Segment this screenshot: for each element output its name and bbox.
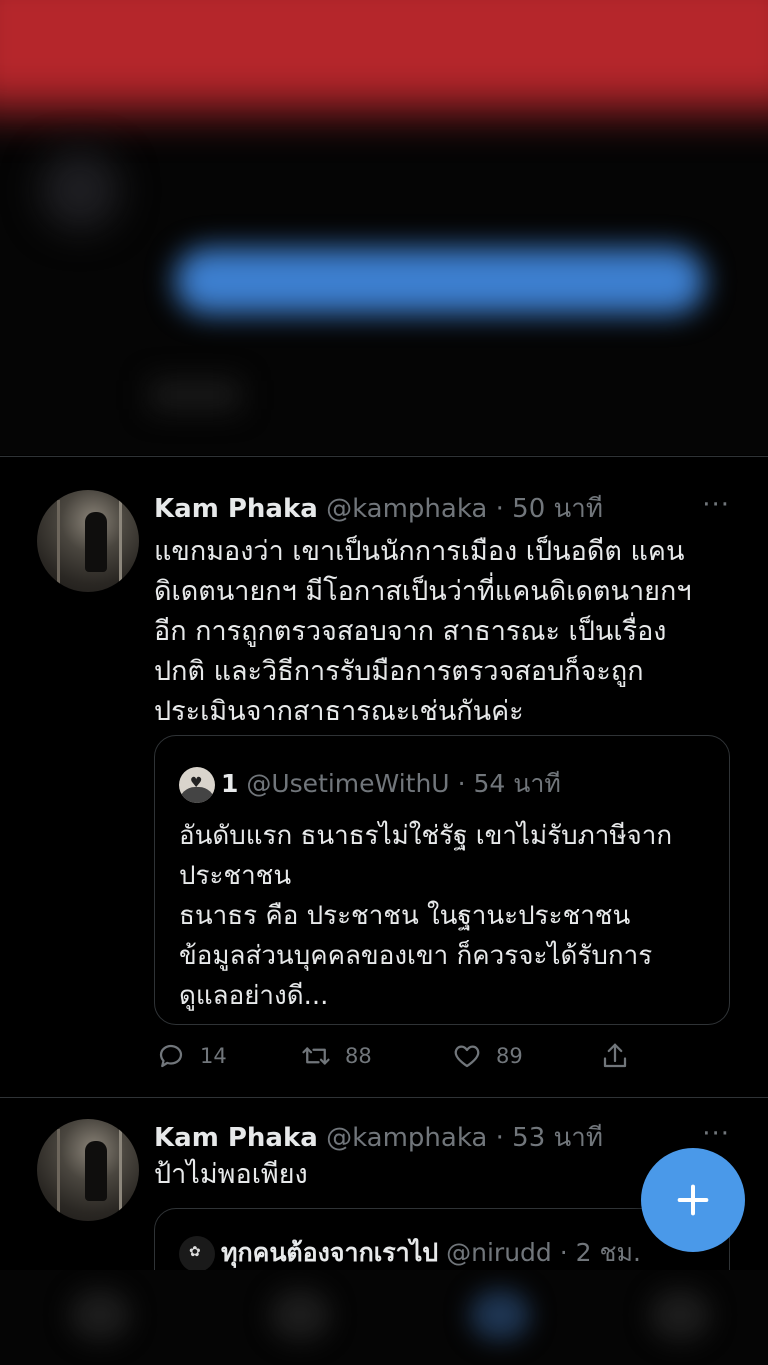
like-button[interactable]: 89 <box>452 1036 523 1076</box>
retweet-icon <box>302 1047 330 1065</box>
quoted-tweet-time: 2 ชม. <box>575 1238 641 1267</box>
quoted-avatar: ✿ <box>179 1236 215 1270</box>
blurred-red-banner <box>0 0 768 110</box>
nav-notifications-icon[interactable] <box>470 1290 530 1340</box>
nav-messages-icon[interactable] <box>650 1290 710 1340</box>
author-name[interactable]: Kam Phaka <box>154 494 318 524</box>
separator-dot: · <box>495 1123 504 1153</box>
blurred-text <box>150 380 240 410</box>
quoted-avatar: ♥ <box>179 767 215 803</box>
tweet[interactable]: Kam Phaka @kamphaka · 50 นาที ··· แขกมอง… <box>0 456 768 1096</box>
author-name[interactable]: Kam Phaka <box>154 1123 318 1153</box>
author-handle[interactable]: @kamphaka <box>326 494 487 524</box>
reply-button[interactable]: 14 <box>156 1036 227 1076</box>
nav-search-icon[interactable] <box>270 1290 330 1340</box>
tweet-time[interactable]: 53 นาที <box>512 1123 603 1153</box>
heart-icon <box>454 1045 480 1068</box>
separator-dot: · <box>559 1238 568 1267</box>
avatar[interactable] <box>37 490 139 592</box>
tweet-actions: 14 88 89 <box>156 1036 656 1076</box>
blurred-header-area <box>0 0 768 455</box>
more-options-icon[interactable]: ··· <box>702 1119 730 1149</box>
share-icon <box>603 1043 627 1068</box>
avatar[interactable] <box>37 1119 139 1221</box>
quoted-tweet-time: 54 นาที <box>473 769 561 798</box>
nav-home-icon[interactable] <box>70 1290 130 1340</box>
blurred-avatar <box>40 150 120 230</box>
blurred-blue-button <box>175 248 705 314</box>
compose-button[interactable] <box>641 1148 745 1252</box>
reply-count: 14 <box>200 1044 227 1068</box>
author-handle[interactable]: @kamphaka <box>326 1123 487 1153</box>
compose-plus-icon <box>677 1184 709 1216</box>
quoted-tweet-text: อันดับแรก ธนาธรไม่ใช่รัฐ เขาไม่รับภาษีจา… <box>179 821 673 1011</box>
tweet-text: แขกมองว่า เขาเป็นนักการเมือง เป็นอดีต แค… <box>154 536 692 727</box>
more-options-icon[interactable]: ··· <box>702 490 730 520</box>
quoted-tweet[interactable]: ♥ 1 @UsetimeWithU · 54 นาที อันดับแรก ธนา… <box>154 735 730 1025</box>
tweet-header: Kam Phaka @kamphaka · 53 นาที <box>154 1117 603 1158</box>
separator-dot: · <box>457 769 466 798</box>
reply-icon <box>159 1044 183 1068</box>
quoted-author-handle: @UsetimeWithU <box>246 769 450 798</box>
retweet-count: 88 <box>345 1044 372 1068</box>
quoted-author-name: ทุกคนต้องจากเราไป <box>221 1238 439 1267</box>
tweet-time[interactable]: 50 นาที <box>512 494 603 524</box>
quoted-tweet-header: ✿ ทุกคนต้องจากเราไป @nirudd · 2 ชม. <box>179 1233 641 1270</box>
share-button[interactable] <box>600 1036 644 1076</box>
bottom-navigation <box>0 1270 768 1365</box>
retweet-button[interactable]: 88 <box>301 1036 372 1076</box>
quoted-author-handle: @nirudd <box>446 1238 552 1267</box>
tweet-header: Kam Phaka @kamphaka · 50 นาที <box>154 488 603 529</box>
separator-dot: · <box>495 494 504 524</box>
quoted-author-name: 1 <box>221 769 239 798</box>
quoted-tweet-header: ♥ 1 @UsetimeWithU · 54 นาที <box>179 764 561 804</box>
like-count: 89 <box>496 1044 523 1068</box>
